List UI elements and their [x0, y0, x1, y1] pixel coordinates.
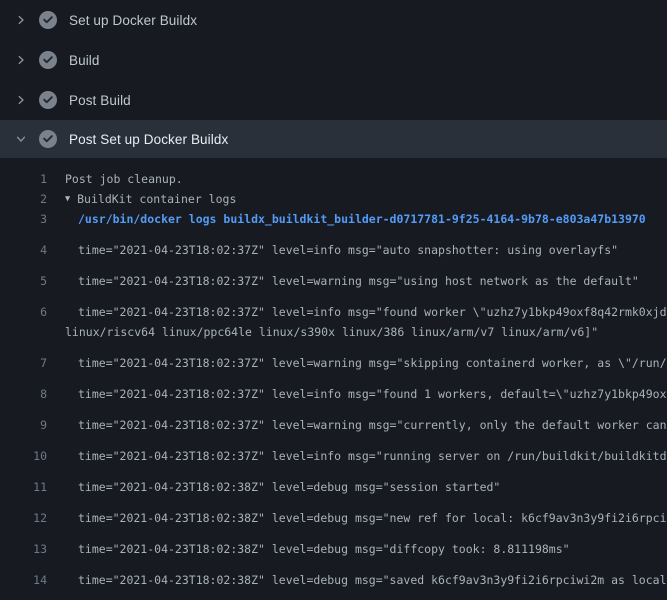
log-line-number[interactable]: 14	[0, 570, 47, 590]
log-line-text: time="2021-04-23T18:02:37Z" level=info m…	[47, 446, 667, 466]
log-line-text: time="2021-04-23T18:02:37Z" level=info m…	[47, 302, 667, 322]
step-title: Build	[69, 53, 100, 68]
log-line-text: time="2021-04-23T18:02:38Z" level=debug …	[47, 477, 500, 497]
log-line-text: time="2021-04-23T18:02:37Z" level=info m…	[47, 384, 667, 404]
step-header-build[interactable]: Build	[0, 40, 667, 80]
chevron-icon[interactable]	[14, 132, 28, 146]
log-line-number[interactable]: 1	[0, 169, 47, 189]
log-line-number[interactable]: 11	[0, 477, 47, 497]
log-line-number[interactable]: 8	[0, 384, 47, 404]
log-line-text[interactable]: BuildKit container logs	[77, 189, 236, 209]
log-line: 14 ▼ time="2021-04-23T18:02:38Z" level=d…	[0, 559, 667, 590]
log-line-text: time="2021-04-23T18:02:38Z" level=debug …	[47, 508, 667, 528]
log-line: 7 ▼ time="2021-04-23T18:02:37Z" level=wa…	[0, 342, 667, 373]
log-line: 3 ▼ /usr/bin/docker logs buildx_buildkit…	[0, 209, 667, 229]
log-line-number[interactable]: 13	[0, 539, 47, 559]
log-line: 6 ▼ time="2021-04-23T18:02:37Z" level=in…	[0, 291, 667, 322]
log-line-number[interactable]: 3	[0, 209, 47, 229]
check-circle-icon	[39, 11, 57, 29]
log-line-number[interactable]: 5	[0, 271, 47, 291]
collapse-triangle-icon[interactable]: ▼	[47, 189, 77, 209]
log-line-text: time="2021-04-23T18:02:37Z" level=info m…	[47, 240, 618, 260]
log-line-number[interactable]: 4	[0, 240, 47, 260]
log-line-number[interactable]: 10	[0, 446, 47, 466]
actions-log-viewer: Set up Docker Buildx Build	[0, 0, 667, 600]
log-line-text: time="2021-04-23T18:02:37Z" level=warnin…	[47, 271, 639, 291]
log-line: 4 ▼ time="2021-04-23T18:02:37Z" level=in…	[0, 229, 667, 260]
check-circle-icon	[39, 91, 57, 109]
log-line-number[interactable]: 2	[0, 189, 47, 209]
step-title: Post Set up Docker Buildx	[69, 132, 228, 147]
log-line-number[interactable]	[0, 322, 47, 342]
log-line: 12 ▼ time="2021-04-23T18:02:38Z" level=d…	[0, 497, 667, 528]
check-circle-icon	[39, 130, 57, 148]
step-header-set-up-docker-buildx[interactable]: Set up Docker Buildx	[0, 0, 667, 40]
log-line: 1 ▼ Post job cleanup.	[0, 169, 667, 189]
log-line-text: linux/riscv64 linux/ppc64le linux/s390x …	[47, 322, 598, 342]
log-line: 5 ▼ time="2021-04-23T18:02:37Z" level=wa…	[0, 260, 667, 291]
log-line: 11 ▼ time="2021-04-23T18:02:38Z" level=d…	[0, 466, 667, 497]
log-line: 9 ▼ time="2021-04-23T18:02:37Z" level=wa…	[0, 404, 667, 435]
log-line-text: time="2021-04-23T18:02:38Z" level=debug …	[47, 539, 570, 559]
log-line-text: Post job cleanup.	[47, 169, 183, 189]
log-line: 15 ▼ time="2021-04-23T18:02:38Z" level=d…	[0, 590, 667, 600]
chevron-icon[interactable]	[14, 93, 28, 107]
log-line-text: time="2021-04-23T18:02:37Z" level=warnin…	[47, 415, 667, 435]
log-line-number[interactable]: 12	[0, 508, 47, 528]
log-line-text: /usr/bin/docker logs buildx_buildkit_bui…	[47, 209, 646, 229]
log-line: 2 ▼ BuildKit container logs	[0, 189, 667, 209]
log-line: ▼ linux/riscv64 linux/ppc64le linux/s390…	[0, 322, 667, 342]
check-circle-icon	[39, 51, 57, 69]
log-line-number[interactable]: 6	[0, 302, 47, 322]
step-header-post-build[interactable]: Post Build	[0, 80, 667, 120]
steps-list: Set up Docker Buildx Build	[0, 0, 667, 158]
log-line-text: time="2021-04-23T18:02:37Z" level=warnin…	[47, 353, 667, 373]
chevron-icon[interactable]	[14, 13, 28, 27]
chevron-icon[interactable]	[14, 53, 28, 67]
log-line: 10 ▼ time="2021-04-23T18:02:37Z" level=i…	[0, 435, 667, 466]
log-line-number[interactable]: 9	[0, 415, 47, 435]
step-title: Post Build	[69, 93, 131, 108]
step-title: Set up Docker Buildx	[69, 13, 197, 28]
log-line: 8 ▼ time="2021-04-23T18:02:37Z" level=in…	[0, 373, 667, 404]
log-line-number[interactable]: 7	[0, 353, 47, 373]
log-line: 13 ▼ time="2021-04-23T18:02:38Z" level=d…	[0, 528, 667, 559]
log-area: 1 ▼ Post job cleanup. 2 ▼ BuildKit conta…	[0, 158, 667, 600]
step-header-post-set-up-docker-buildx[interactable]: Post Set up Docker Buildx	[0, 120, 667, 158]
log-line-text: time="2021-04-23T18:02:38Z" level=debug …	[47, 570, 667, 590]
